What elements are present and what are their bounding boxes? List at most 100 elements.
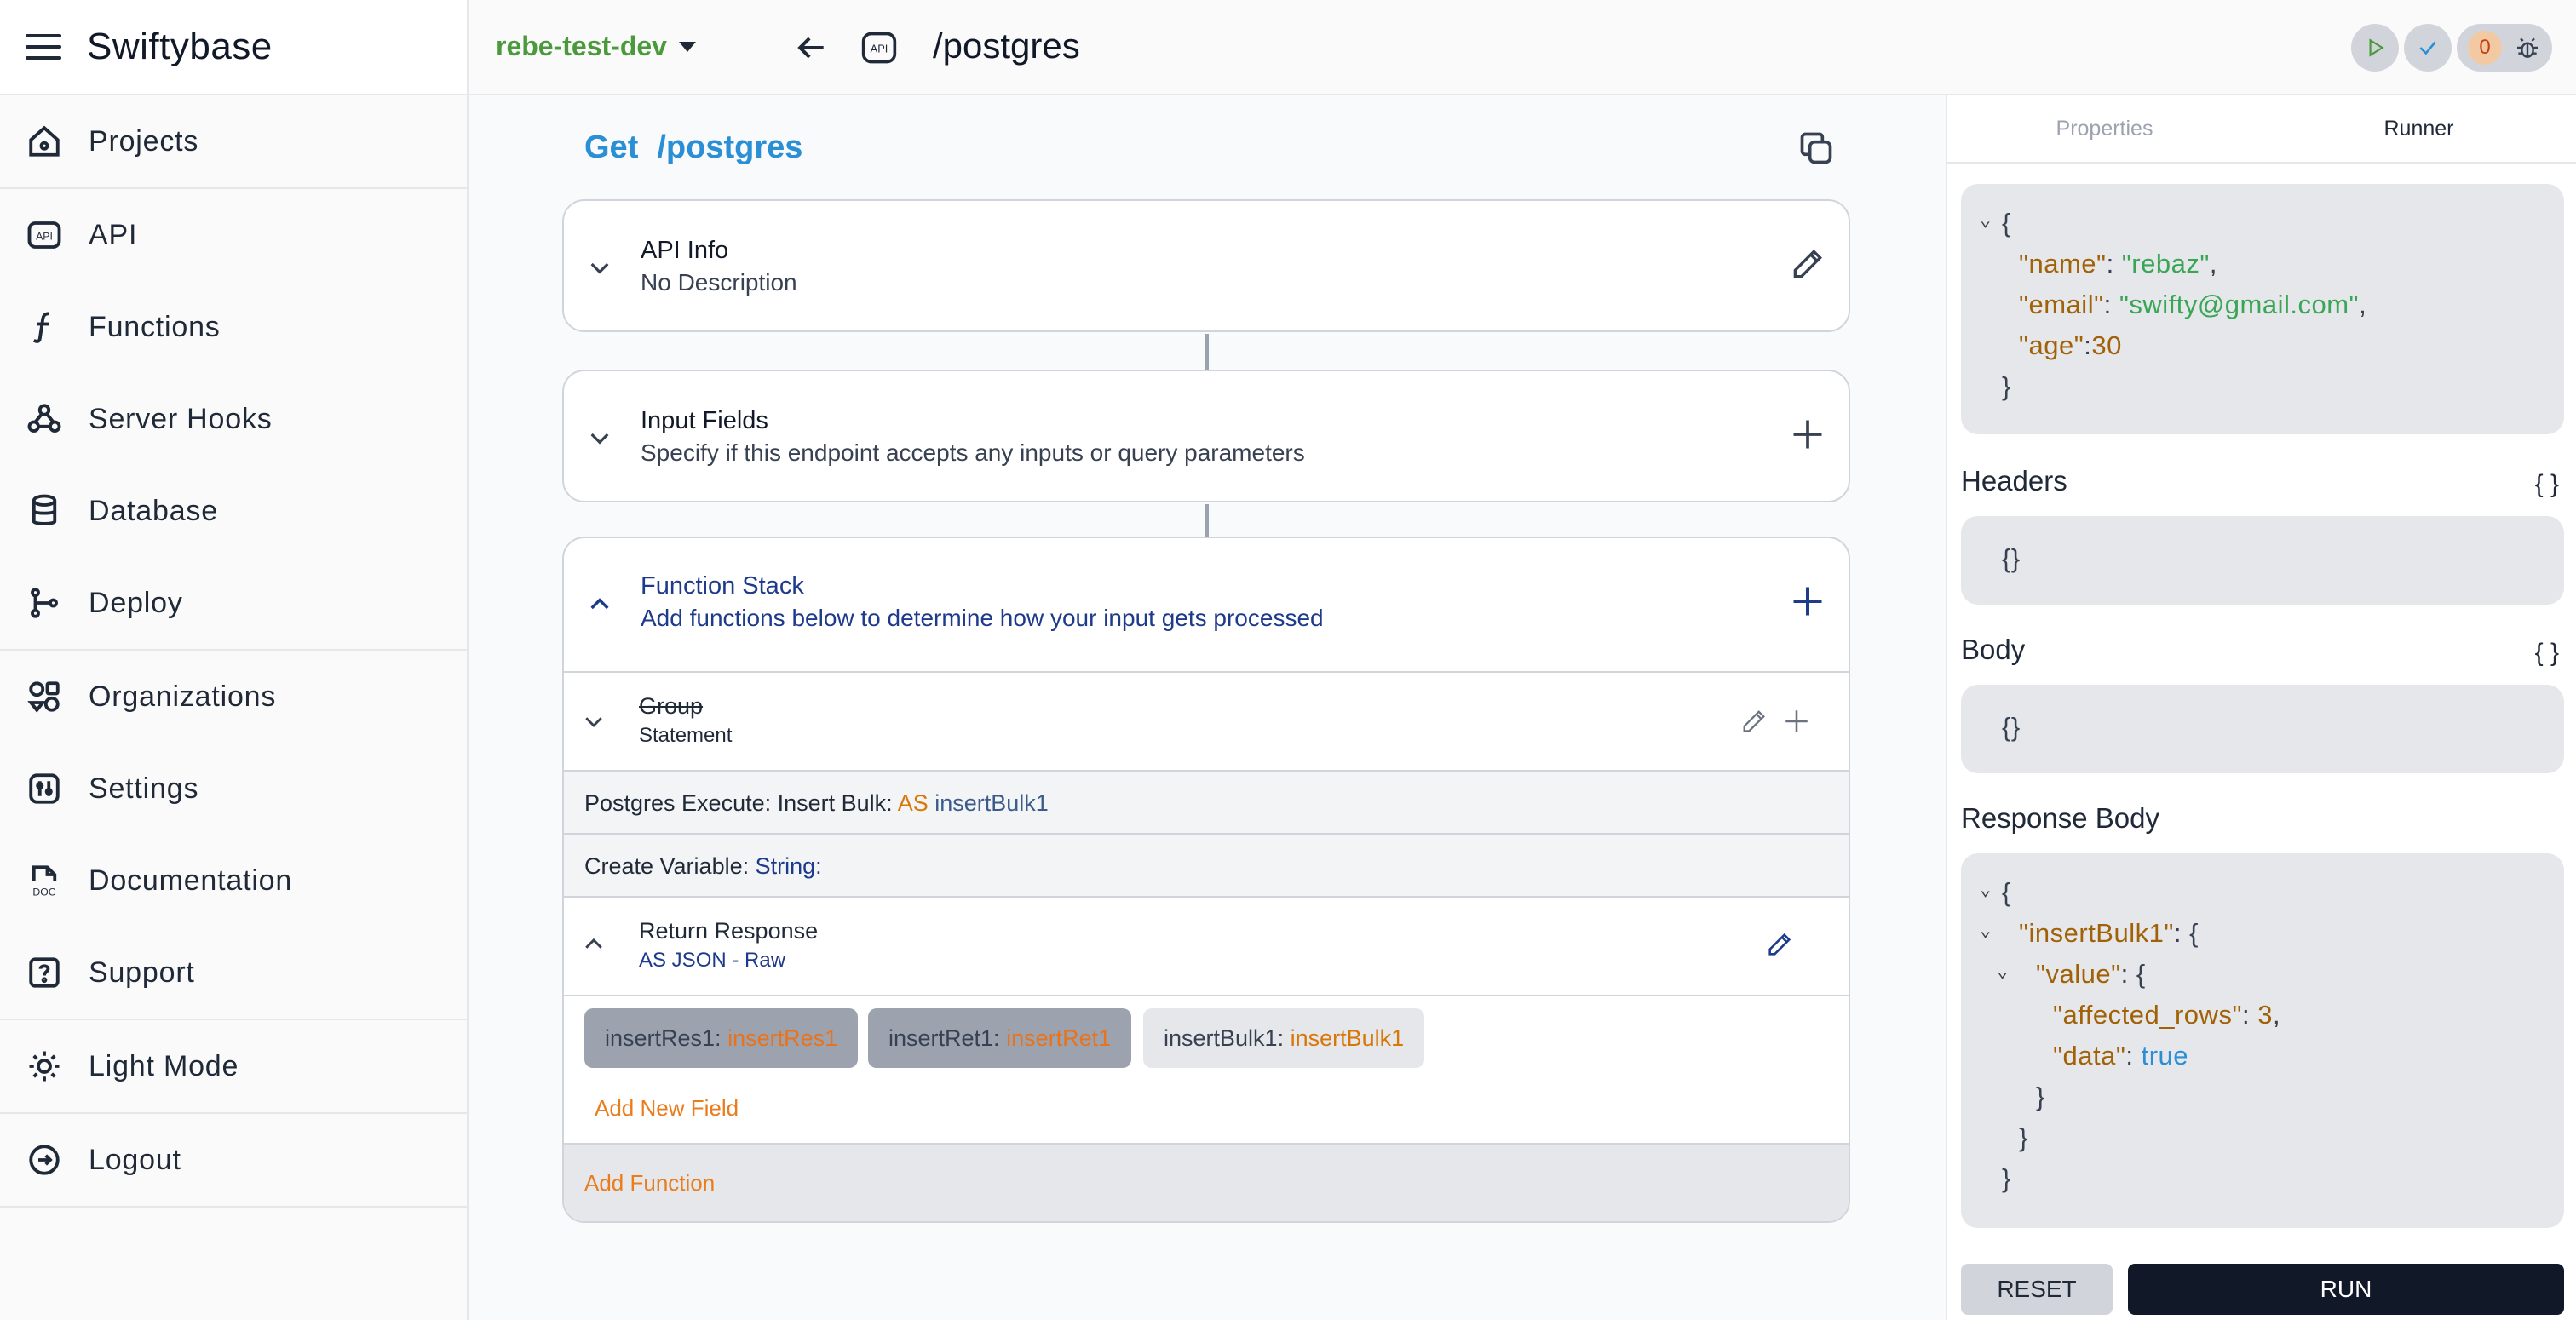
response-field-tag[interactable]: insertRet1: insertRet1 [868,1008,1132,1068]
divider [0,649,467,651]
function-stack-card: Function Stack Add functions below to de… [562,537,1850,1223]
group-subtitle: Statement [639,724,733,747]
field-key: insertBulk1: [1164,1024,1285,1051]
sidebar-item-label: Organizations [89,680,277,713]
card-title: Function Stack [641,572,804,600]
organizations-icon [26,678,63,715]
chevron-up-icon[interactable] [581,932,607,957]
copy-icon[interactable] [1797,129,1835,167]
card-title: API Info [641,237,729,264]
field-key: insertRes1: [605,1024,722,1051]
chevron-down-icon[interactable]: ⌄ [1980,920,1991,941]
sidebar-item-server-hooks[interactable]: Server Hooks [0,376,467,462]
back-arrow-icon[interactable] [792,29,830,66]
sidebar-item-label: Logout [89,1143,181,1176]
variable-type: String: [755,853,822,879]
code-line: "age":30 [2019,330,2122,360]
edit-icon[interactable] [1739,707,1768,736]
webhook-icon [26,400,63,438]
issue-count-badge: 0 [2468,31,2502,65]
code-line: "insertBulk1": { [2019,918,2199,948]
headers-editor[interactable]: {} [1961,516,2564,605]
return-response-subtitle: AS JSON - Raw [639,949,786,972]
run-play-button[interactable] [2351,24,2399,72]
edit-icon[interactable] [1765,930,1794,959]
response-body-title: Response Body [1961,802,2159,834]
sidebar-item-support[interactable]: Support [0,930,467,1015]
code-line: {} [2002,543,2021,573]
bug-icon [2517,37,2538,58]
response-viewer: ⌄ { ⌄ "insertBulk1": { ⌄ "value": { "aff… [1961,853,2564,1228]
step-prefix: Postgres Execute: Insert Bulk: [584,790,893,816]
add-new-field-button[interactable]: Add New Field [595,1095,739,1122]
workspace-selector[interactable]: rebe-test-dev [496,31,696,62]
field-value: insertRet1 [1006,1024,1112,1051]
function-icon [26,308,63,346]
sidebar-item-label: Deploy [89,586,183,619]
chevron-down-icon[interactable]: ⌄ [1980,879,1991,900]
sidebar-item-light-mode[interactable]: Light Mode [0,1024,467,1109]
sidebar-item-label: API [89,218,138,251]
group-title: Group [639,693,704,719]
request-editor[interactable]: ⌄ { "name": "rebaz", "email": "swifty@gm… [1961,184,2564,434]
code-line: "data": true [2053,1041,2188,1070]
play-icon [2369,38,2384,57]
braces-icon[interactable]: { } [2535,639,2559,668]
plus-icon[interactable] [1789,416,1826,453]
chevron-down-icon[interactable] [586,254,613,281]
create-variable-row[interactable]: Create Variable: String: [564,833,1849,896]
tab-runner[interactable]: Runner [2262,95,2576,162]
sidebar-item-logout[interactable]: Logout [0,1117,467,1202]
response-field-tag[interactable]: insertRes1: insertRes1 [584,1008,859,1068]
card-title: Input Fields [641,407,768,434]
sidebar-item-organizations[interactable]: Organizations [0,654,467,739]
sun-icon [26,1047,63,1085]
help-icon [26,954,63,991]
sidebar-item-label: Projects [89,124,199,158]
sidebar-item-documentation[interactable]: DOC Documentation [0,838,467,923]
field-value: insertRes1 [727,1024,838,1051]
menu-icon[interactable] [26,34,61,60]
run-button[interactable]: RUN [2128,1264,2564,1315]
chevron-down-icon[interactable] [581,709,607,734]
braces-icon[interactable]: { } [2535,470,2559,499]
add-function-button[interactable]: Add Function [584,1170,715,1197]
route-title: /postgres [933,26,1080,66]
runner-panel: Properties Runner ⌄ { "name": "rebaz", "… [1946,95,2576,1320]
tab-properties[interactable]: Properties [1947,95,2262,162]
card-subtitle: No Description [641,269,797,296]
chevron-down-icon[interactable] [586,424,613,451]
chevron-down-icon[interactable]: ⌄ [1980,209,1991,231]
sidebar-item-label: Light Mode [89,1049,239,1082]
sidebar-item-deploy[interactable]: Deploy [0,560,467,646]
sidebar-item-label: Settings [89,772,199,805]
chevron-up-icon[interactable] [586,591,613,618]
chevron-down-icon[interactable]: ⌄ [1997,961,2008,982]
sidebar-item-database[interactable]: Database [0,468,467,554]
divider [0,1112,467,1114]
sidebar-item-functions[interactable]: Functions [0,284,467,370]
card-subtitle: Specify if this endpoint accepts any inp… [641,439,1305,466]
sidebar-item-projects[interactable]: Projects [0,99,467,184]
svg-text:API: API [871,43,888,55]
debug-button[interactable]: 0 [2457,24,2552,72]
doc-icon: DOC [26,862,63,899]
plus-icon[interactable] [1782,707,1811,736]
settings-icon [26,770,63,807]
response-field-tag[interactable]: insertBulk1: insertBulk1 [1143,1008,1425,1068]
http-method: Get [584,129,639,165]
top-bar: rebe-test-dev API /postgres 0 [469,0,2576,95]
edit-icon[interactable] [1789,245,1826,283]
validate-button[interactable] [2404,24,2452,72]
sidebar-item-api[interactable]: API API [0,192,467,278]
group-statement-row[interactable]: Group Statement [564,671,1849,770]
plus-icon[interactable] [1789,583,1826,620]
sidebar-item-settings[interactable]: Settings [0,746,467,831]
body-editor[interactable]: {} [1961,685,2564,773]
sidebar-item-label: Documentation [89,864,293,897]
step-prefix: Create Variable: [584,853,750,879]
home-icon [26,123,63,160]
postgres-execute-row[interactable]: Postgres Execute: Insert Bulk: AS insert… [564,770,1849,833]
return-response-row[interactable]: Return Response AS JSON - Raw [564,896,1849,995]
reset-button[interactable]: RESET [1961,1264,2113,1315]
